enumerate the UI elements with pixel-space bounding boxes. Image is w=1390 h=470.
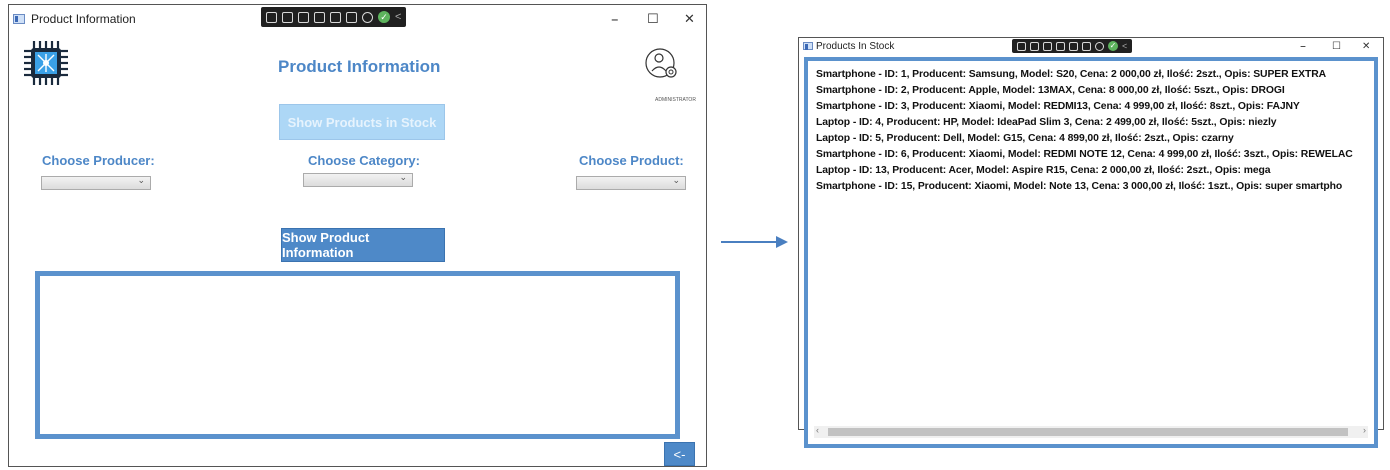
debug-toolbar[interactable]: ✓ <	[1012, 39, 1133, 53]
back-button[interactable]: <-	[664, 442, 695, 466]
window-title: Product Information	[31, 12, 136, 26]
hot-reload-icon[interactable]	[346, 11, 357, 23]
chevron-down-icon: ⌄	[672, 175, 680, 185]
collapse-chevron-icon[interactable]: <	[1122, 41, 1127, 51]
show-product-information-button[interactable]: Show Product Information	[281, 228, 445, 262]
list-item[interactable]: Smartphone - ID: 2, Producent: Apple, Mo…	[816, 85, 1285, 96]
binding-failures-icon[interactable]	[1069, 41, 1078, 51]
list-item[interactable]: Smartphone - ID: 15, Producent: Xiaomi, …	[816, 181, 1342, 192]
live-visual-tree-icon[interactable]	[282, 11, 293, 23]
horizontal-scrollbar[interactable]: ‹ ›	[814, 425, 1368, 438]
track-focus-icon[interactable]	[1056, 41, 1065, 51]
live-visual-tree-icon[interactable]	[1030, 41, 1039, 51]
product-information-window: Product Information ✓ < – ☐ ✕ Product In…	[8, 4, 707, 467]
chevron-down-icon: ⌄	[137, 175, 145, 185]
window-icon	[13, 14, 25, 24]
accessibility-icon[interactable]	[1095, 41, 1104, 51]
maximize-button[interactable]: ☐	[1332, 41, 1341, 52]
page-title: Product Information	[278, 57, 441, 76]
scroll-right-icon[interactable]: ›	[1363, 425, 1366, 435]
maximize-button[interactable]: ☐	[647, 12, 659, 27]
close-button[interactable]: ✕	[684, 12, 695, 27]
close-button[interactable]: ✕	[1362, 41, 1370, 52]
display-adorners-icon[interactable]	[1043, 41, 1052, 51]
accessibility-icon[interactable]	[362, 11, 373, 23]
admin-label: ADMINISTRATOR	[655, 97, 696, 103]
category-select[interactable]: ⌄	[303, 172, 413, 187]
choose-producer-label: Choose Producer:	[42, 153, 155, 168]
admin-avatar-gear-icon	[645, 48, 677, 78]
scroll-left-icon[interactable]: ‹	[816, 425, 819, 435]
track-focus-icon[interactable]	[314, 11, 325, 23]
binding-failures-icon[interactable]	[330, 11, 341, 23]
display-adorners-icon[interactable]	[298, 11, 309, 23]
window-icon	[803, 42, 813, 50]
products-in-stock-window: Products In Stock ✓ < – ☐ ✕ Smartphone -…	[798, 37, 1384, 448]
choose-category-label: Choose Category:	[308, 153, 420, 168]
list-item[interactable]: Smartphone - ID: 6, Producent: Xiaomi, M…	[816, 149, 1353, 160]
producer-select[interactable]: ⌄	[41, 175, 151, 190]
scrollbar-thumb[interactable]	[828, 428, 1348, 436]
minimize-button[interactable]: –	[611, 10, 619, 28]
check-icon[interactable]: ✓	[1108, 41, 1118, 51]
products-list[interactable]: Smartphone - ID: 1, Producent: Samsung, …	[804, 57, 1378, 448]
arrow-line	[721, 241, 779, 243]
product-select[interactable]: ⌄	[576, 175, 686, 190]
collapse-chevron-icon[interactable]: <	[395, 11, 401, 23]
list-item[interactable]: Laptop - ID: 13, Producent: Acer, Model:…	[816, 165, 1271, 176]
select-element-icon[interactable]	[1017, 41, 1026, 51]
list-item[interactable]: Smartphone - ID: 1, Producent: Samsung, …	[816, 69, 1326, 80]
minimize-button[interactable]: –	[1300, 39, 1306, 53]
right-arrow-icon	[776, 236, 788, 248]
title-bar[interactable]: Product Information ✓ < – ☐ ✕	[9, 5, 706, 35]
select-element-icon[interactable]	[266, 11, 277, 23]
chevron-down-icon: ⌄	[399, 172, 407, 182]
window-title: Products In Stock	[816, 41, 895, 52]
list-item[interactable]: Laptop - ID: 4, Producent: HP, Model: Id…	[816, 117, 1277, 128]
cpu-chip-icon	[24, 41, 68, 85]
list-item[interactable]: Smartphone - ID: 3, Producent: Xiaomi, M…	[816, 101, 1300, 112]
hot-reload-icon[interactable]	[1082, 41, 1091, 51]
product-information-output[interactable]	[35, 271, 680, 439]
choose-product-label: Choose Product:	[579, 153, 684, 168]
check-icon[interactable]: ✓	[378, 11, 390, 23]
show-products-in-stock-button[interactable]: Show Products in Stock	[279, 104, 445, 140]
list-item[interactable]: Laptop - ID: 5, Producent: Dell, Model: …	[816, 133, 1234, 144]
debug-toolbar[interactable]: ✓ <	[261, 7, 407, 27]
title-bar[interactable]: Products In Stock ✓ < – ☐ ✕	[799, 38, 1383, 56]
